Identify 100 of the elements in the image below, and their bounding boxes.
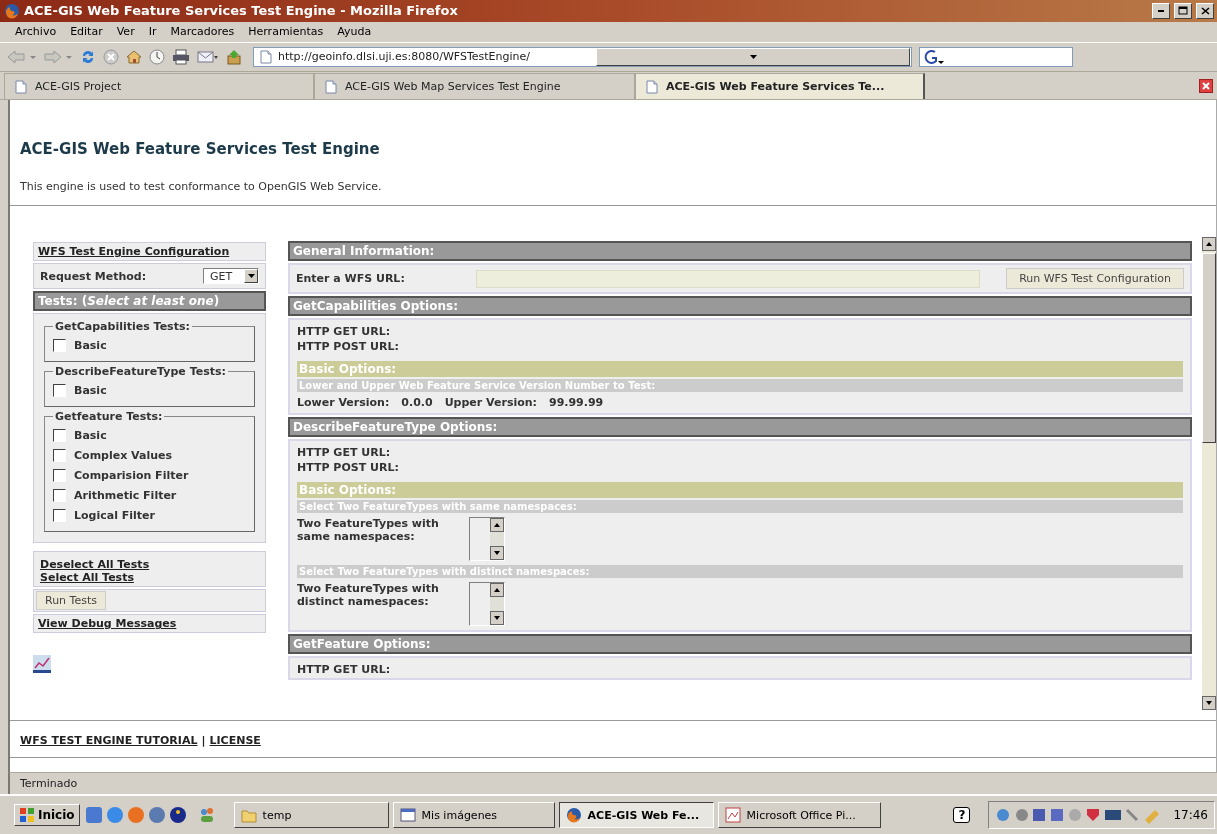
checkbox[interactable]: [53, 468, 66, 482]
menu-item[interactable]: Herramientas: [241, 24, 331, 40]
run-tests-button[interactable]: Run Tests: [36, 591, 106, 611]
checkbox[interactable]: [53, 428, 66, 442]
version-label: Lower Version:: [297, 396, 390, 410]
checkbox[interactable]: [53, 488, 66, 502]
debug-link[interactable]: View Debug Messages: [38, 617, 177, 631]
checkbox-label: Comparision Filter: [74, 468, 189, 482]
url-label: Enter a WFS URL:: [296, 272, 406, 286]
maximize-button[interactable]: [1174, 2, 1192, 19]
link-separator: |: [201, 734, 206, 748]
footer-link[interactable]: WFS TEST ENGINE TUTORIAL: [20, 734, 198, 748]
url-label: HTTP POST URL:: [297, 461, 400, 475]
scroll-down-icon[interactable]: [490, 611, 504, 626]
scroll-down-icon[interactable]: [1202, 696, 1216, 711]
tab[interactable]: ACE-GIS Web Feature Services Te...: [635, 72, 925, 100]
options-subheading: Basic Options:: [297, 361, 1183, 378]
list-box[interactable]: [469, 517, 505, 562]
menu-item[interactable]: Ver: [109, 24, 142, 40]
menu-item[interactable]: Ir: [141, 24, 164, 40]
close-icon: [1200, 6, 1210, 15]
tab[interactable]: ACE-GIS Project: [4, 72, 314, 100]
mail-icon[interactable]: [197, 48, 219, 65]
page-icon: [15, 79, 27, 94]
tab[interactable]: ACE-GIS Web Map Services Test Engine: [314, 72, 635, 100]
checkbox[interactable]: [53, 508, 66, 522]
request-method-label: Request Method:: [40, 269, 147, 283]
page-icon: [260, 49, 272, 64]
menu-item[interactable]: Ayuda: [330, 24, 379, 40]
minimize-icon: [1158, 9, 1164, 12]
search-engine-icon[interactable]: [924, 48, 944, 65]
url-label: HTTP GET URL:: [297, 663, 392, 677]
select-link[interactable]: Deselect All Tests: [40, 558, 259, 572]
close-tab-icon[interactable]: [1199, 79, 1213, 93]
scroll-thumb[interactable]: [1202, 253, 1216, 444]
start-button[interactable]: Inicio: [14, 804, 80, 827]
folder-icon: [240, 807, 257, 824]
checkbox-label: Basic: [74, 428, 107, 442]
firefox-icon: [4, 2, 20, 19]
options-subheading: Basic Options:: [297, 482, 1183, 499]
checkbox-label: Arithmetic Filter: [74, 488, 177, 502]
config-link[interactable]: WFS Test Engine Configuration: [38, 245, 230, 259]
section-heading: DescribeFeatureType Options:: [288, 417, 1192, 438]
window-icon: [399, 807, 416, 824]
group-legend: Getfeature Tests:: [53, 410, 165, 424]
checkbox[interactable]: [53, 338, 66, 352]
scroll-up-icon[interactable]: [490, 583, 504, 598]
address-field[interactable]: http://geoinfo.dlsi.uji.es:8080/WFSTestEngine/: [253, 46, 912, 67]
firefox-icon: [565, 807, 582, 824]
scroll-up-icon[interactable]: [490, 518, 504, 533]
checkbox-label: Complex Values: [74, 448, 173, 462]
section-heading: GetFeature Options:: [288, 634, 1192, 655]
page-icon: [646, 79, 658, 94]
url-input[interactable]: [476, 269, 981, 288]
checkbox[interactable]: [53, 448, 66, 462]
version-value: 99.99.99: [549, 396, 604, 410]
taskbar-button[interactable]: temp: [233, 802, 389, 829]
url-label: HTTP GET URL:: [297, 446, 392, 460]
group-legend: DescribeFeatureType Tests:: [53, 365, 228, 379]
checkbox[interactable]: [53, 383, 66, 397]
home-icon[interactable]: [126, 48, 142, 65]
reload-icon[interactable]: [80, 48, 96, 65]
status-text: Terminado: [20, 777, 78, 791]
footer-link[interactable]: LICENSE: [209, 734, 261, 748]
url-label: HTTP GET URL:: [297, 325, 392, 339]
section-heading: General Information:: [288, 241, 1192, 262]
page-heading: ACE-GIS Web Feature Services Test Engine: [20, 140, 381, 159]
checkbox-label: Basic: [74, 383, 107, 397]
image-icon: [724, 807, 741, 824]
close-button[interactable]: [1196, 2, 1214, 19]
section-heading: GetCapabilities Options:: [288, 296, 1192, 317]
page-description: This engine is used to test conformance to OpenGIS Web Service.: [20, 180, 383, 194]
window-title: ACE-GIS Web Feature Services Test Engine - Mozilla Firefox: [24, 3, 459, 19]
group-legend: GetCapabilities Tests:: [53, 320, 192, 334]
maximize-icon: [1178, 6, 1188, 16]
menu-item[interactable]: Archivo: [8, 24, 64, 40]
taskbar-button[interactable]: ACE-GIS Web Fe...: [558, 802, 714, 829]
search-field[interactable]: [919, 46, 1073, 67]
run-configuration-button[interactable]: Run WFS Test Configuration: [1006, 268, 1184, 290]
minimize-button[interactable]: [1152, 2, 1170, 19]
list-label: Two FeatureTypes with same namespaces:: [297, 517, 440, 546]
taskbar-button[interactable]: Mis imágenes: [392, 802, 555, 829]
taskbar-button[interactable]: Microsoft Office Pi...: [717, 802, 881, 829]
select-link[interactable]: Select All Tests: [40, 571, 259, 585]
print-icon[interactable]: [172, 48, 190, 65]
help-button[interactable]: ?: [953, 807, 971, 824]
url-label: HTTP POST URL:: [297, 340, 400, 354]
request-method-select[interactable]: GET: [203, 268, 259, 285]
chart-icon[interactable]: [33, 655, 51, 674]
scrollbar[interactable]: [1202, 237, 1216, 711]
dropdown-arrow-icon: [749, 54, 757, 59]
page-icon: [325, 79, 337, 94]
tests-heading: Tests: (Select at least one): [33, 291, 266, 312]
scroll-up-icon[interactable]: [1202, 237, 1216, 252]
scroll-down-icon[interactable]: [490, 546, 504, 561]
menu-item[interactable]: Marcadores: [163, 24, 242, 40]
menu-item[interactable]: Editar: [63, 24, 110, 40]
version-label: Upper Version:: [444, 396, 537, 410]
dropdown-button[interactable]: [596, 47, 910, 66]
list-box[interactable]: [469, 582, 505, 627]
